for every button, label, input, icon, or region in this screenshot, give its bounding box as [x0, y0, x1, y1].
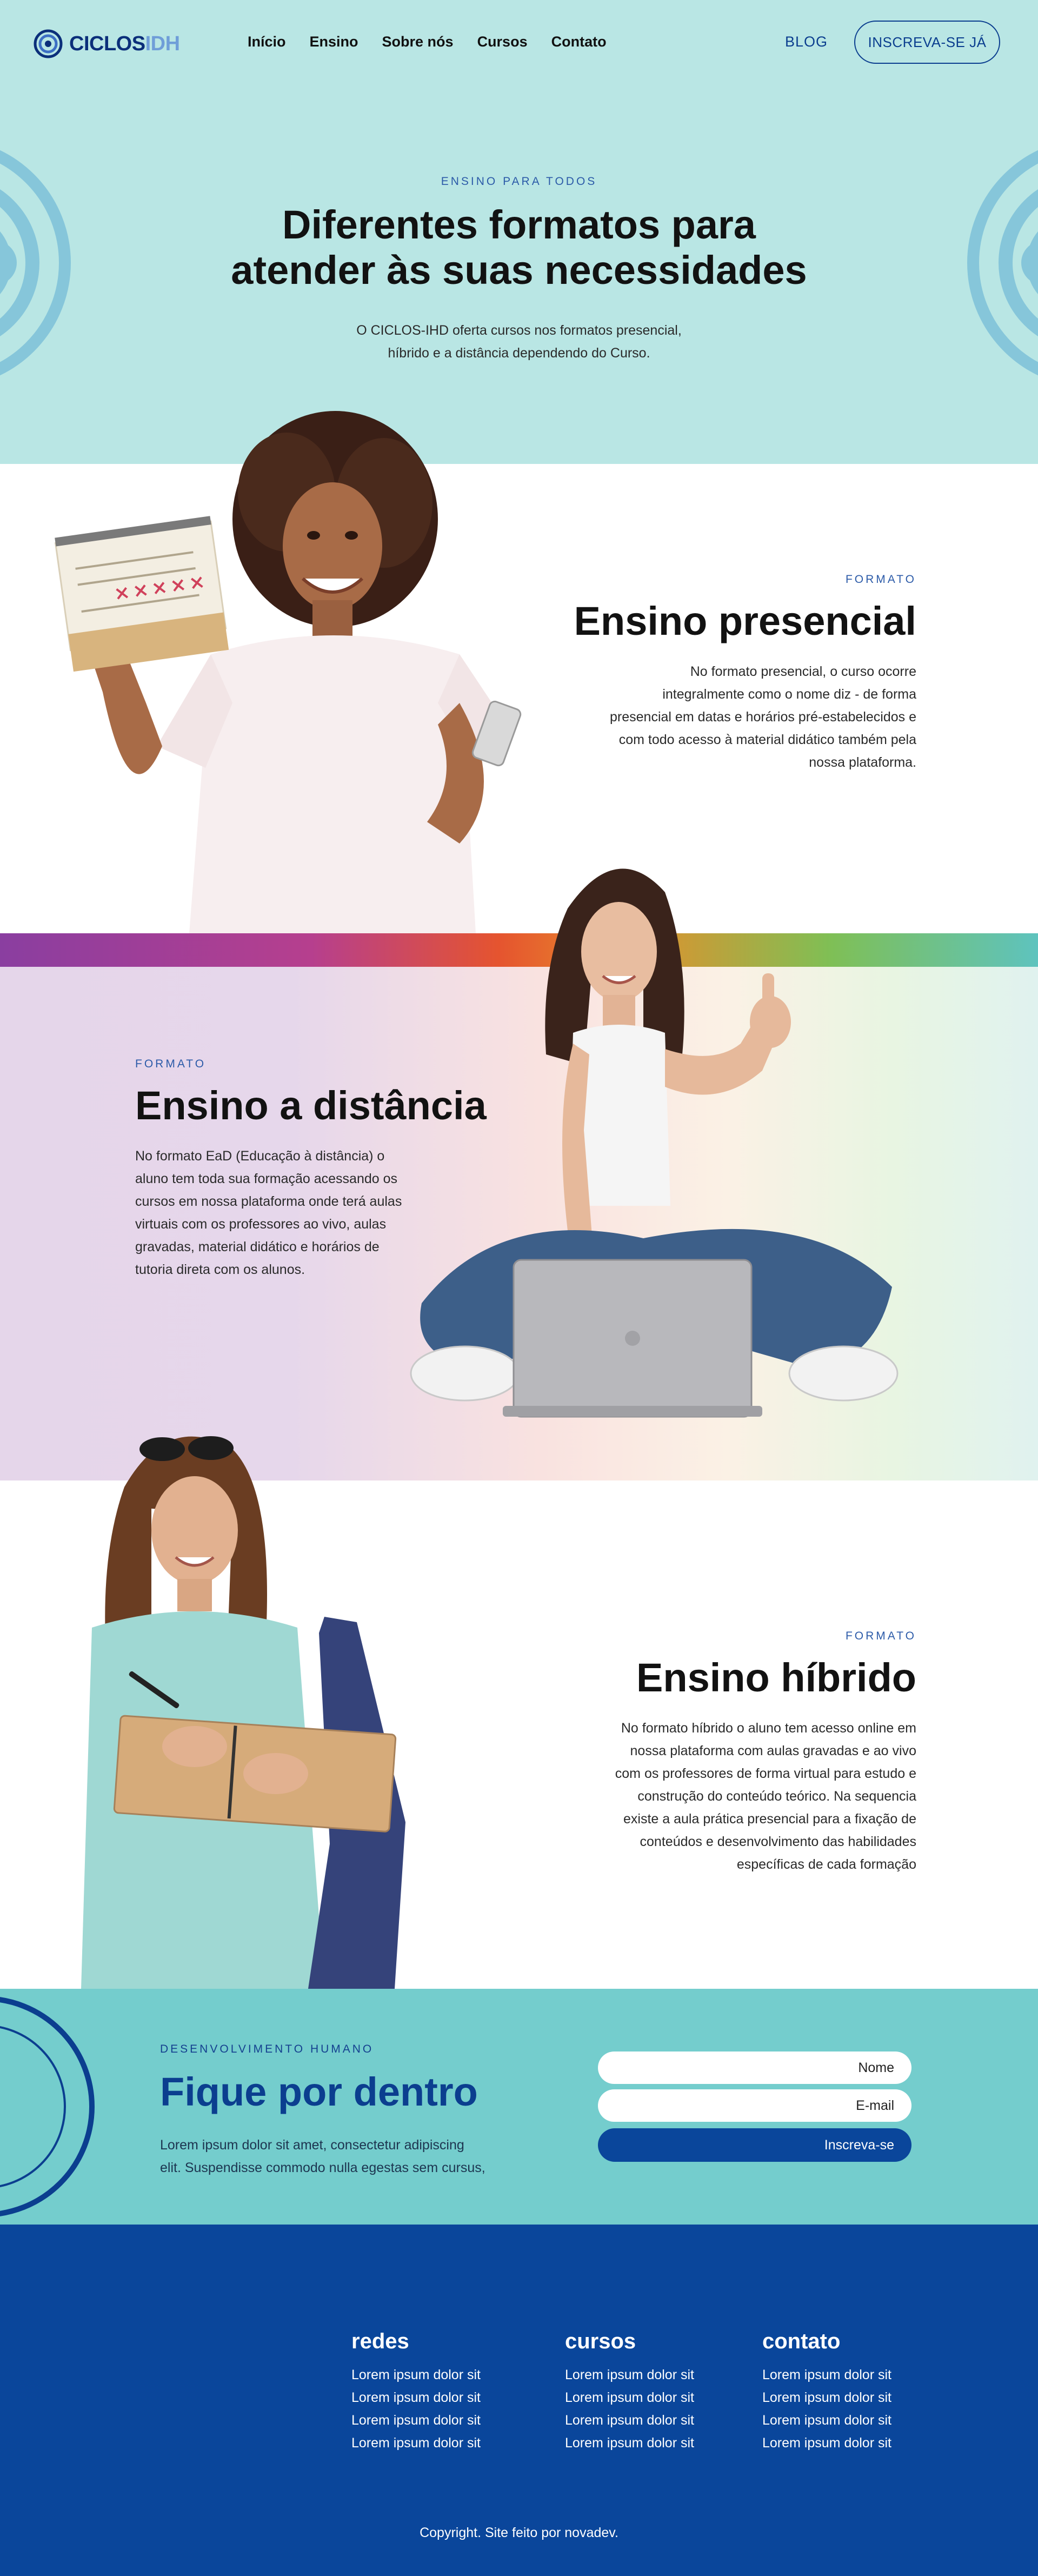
hero-title: Diferentes formatos para atender às suas… — [195, 202, 843, 293]
footer-link[interactable]: Lorem ipsum dolor sit — [351, 2432, 481, 2454]
footer-link[interactable]: Lorem ipsum dolor sit — [565, 2363, 694, 2386]
hibrido-line: existe a aula prática presencial para a … — [623, 1811, 916, 1827]
presencial-line: nossa plataforma. — [809, 755, 916, 770]
logo-text: CICLOSIDH — [69, 32, 180, 56]
footer-column-redes: redes Lorem ipsum dolor sit Lorem ipsum … — [351, 2329, 481, 2454]
hibrido-text-block: FORMATO Ensino híbrido No formato híbrid… — [615, 1630, 916, 1876]
footer-link[interactable]: Lorem ipsum dolor sit — [565, 2409, 694, 2432]
newsletter-text: Lorem ipsum dolor sit amet, consectetur … — [160, 2134, 538, 2179]
footer-column-contato: contato Lorem ipsum dolor sit Lorem ipsu… — [762, 2329, 891, 2454]
newsletter-text-line2: elit. Suspendisse commodo nulla egestas … — [160, 2160, 485, 2175]
newsletter-section: DESENVOLVIMENTO HUMANO Fique por dentro … — [0, 1989, 1038, 2225]
footer-link[interactable]: Lorem ipsum dolor sit — [351, 2386, 481, 2409]
footer-link[interactable]: Lorem ipsum dolor sit — [762, 2363, 891, 2386]
presencial-eyebrow: FORMATO — [845, 573, 916, 586]
newsletter-title: Fique por dentro — [160, 2069, 478, 2114]
nav-item-ensino[interactable]: Ensino — [310, 34, 358, 50]
logo-text-part1: CICLOS — [69, 32, 145, 55]
presencial-line: No formato presencial, o curso ocorre — [690, 664, 916, 679]
nav-item-sobre-nos[interactable]: Sobre nós — [382, 34, 454, 50]
presencial-title: Ensino presencial — [574, 599, 916, 643]
concentric-circles-decoration — [0, 1997, 95, 2216]
footer-link[interactable]: Lorem ipsum dolor sit — [565, 2432, 694, 2454]
nav-item-inicio[interactable]: Início — [248, 34, 286, 50]
footer-column-title: cursos — [565, 2329, 636, 2353]
hero-subtitle-line1: O CICLOS-IHD oferta cursos nos formatos … — [356, 323, 682, 338]
presencial-text-block: FORMATO Ensino presencial No formato pre… — [574, 573, 916, 774]
hibrido-line: nossa plataforma com aulas gravadas e ao… — [630, 1743, 916, 1758]
hero-subtitle: O CICLOS-IHD oferta cursos nos formatos … — [303, 319, 735, 364]
distancia-line: aluno tem toda sua formação acessando os — [135, 1171, 398, 1186]
nav-item-contato[interactable]: Contato — [551, 34, 607, 50]
photo-student-notebook — [81, 1436, 405, 1989]
hibrido-line: conteúdos e desenvolvimento das habilida… — [640, 1834, 916, 1849]
hibrido-description: No formato híbrido o aluno tem acesso on… — [615, 1717, 916, 1876]
newsletter-eyebrow: DESENVOLVIMENTO HUMANO — [160, 2043, 374, 2055]
name-field[interactable] — [598, 2051, 911, 2084]
distancia-line: cursos em nossa plataforma onde terá aul… — [135, 1194, 402, 1209]
hero-eyebrow: ENSINO PARA TODOS — [441, 175, 597, 188]
hibrido-line: No formato híbrido o aluno tem acesso on… — [621, 1721, 916, 1736]
hibrido-line: com os professores de forma virtual para… — [615, 1766, 916, 1781]
footer-column-title: redes — [351, 2329, 409, 2353]
hibrido-line: construção do conteúdo teórico. Na seque… — [637, 1789, 916, 1804]
hibrido-line: específicas de cada formação — [736, 1857, 916, 1872]
hibrido-title: Ensino híbrido — [636, 1655, 916, 1700]
presencial-line: presencial em datas e horários pré-estab… — [610, 709, 916, 725]
presencial-line: com todo acesso à material didático tamb… — [618, 732, 916, 747]
copyright-text: Copyright. Site feito por novadev. — [420, 2525, 618, 2540]
nav-item-cursos[interactable]: Cursos — [477, 34, 528, 50]
subscribe-button[interactable]: Inscreva-se — [598, 2128, 911, 2162]
distancia-line: gravadas, material didático e horários d… — [135, 1239, 380, 1254]
main-nav: Início Ensino Sobre nós Cursos Contato — [248, 34, 607, 50]
presencial-description: No formato presencial, o curso ocorre in… — [574, 660, 916, 774]
footer-link[interactable]: Lorem ipsum dolor sit — [762, 2432, 891, 2454]
hero-section: CICLOSIDH Início Ensino Sobre nós Cursos… — [0, 0, 1038, 464]
email-field[interactable] — [598, 2089, 911, 2122]
hero-subtitle-line2: híbrido e a distância dependendo do Curs… — [388, 346, 650, 361]
blog-link[interactable]: BLOG — [785, 34, 828, 50]
newsletter-text-line1: Lorem ipsum dolor sit amet, consectetur … — [160, 2137, 464, 2153]
footer-column-title: contato — [762, 2329, 841, 2353]
logo[interactable]: CICLOSIDH — [34, 29, 180, 58]
distancia-line: virtuais com os professores ao vivo, aul… — [135, 1217, 387, 1232]
distancia-line: tutoria direta com os alunos. — [135, 1262, 305, 1277]
hero-title-line2: atender às suas necessidades — [231, 248, 807, 293]
spiral-logo-icon — [34, 29, 63, 58]
footer-column-cursos: cursos Lorem ipsum dolor sit Lorem ipsum… — [565, 2329, 694, 2454]
logo-text-part2: IDH — [145, 32, 180, 55]
hibrido-eyebrow: FORMATO — [845, 1630, 916, 1642]
presencial-line: integralmente como o nome diz - de forma — [662, 687, 916, 702]
footer-link[interactable]: Lorem ipsum dolor sit — [351, 2409, 481, 2432]
footer-link[interactable]: Lorem ipsum dolor sit — [351, 2363, 481, 2386]
footer-link[interactable]: Lorem ipsum dolor sit — [762, 2409, 891, 2432]
footer-link[interactable]: Lorem ipsum dolor sit — [565, 2386, 694, 2409]
footer-link[interactable]: Lorem ipsum dolor sit — [762, 2386, 891, 2409]
distancia-line: No formato EaD (Educação à distância) o — [135, 1148, 385, 1164]
hero-title-line1: Diferentes formatos para — [282, 202, 756, 247]
subscribe-now-button[interactable]: INSCREVA-SE JÁ — [854, 21, 1000, 64]
footer: redes Lorem ipsum dolor sit Lorem ipsum … — [0, 2225, 1038, 2576]
